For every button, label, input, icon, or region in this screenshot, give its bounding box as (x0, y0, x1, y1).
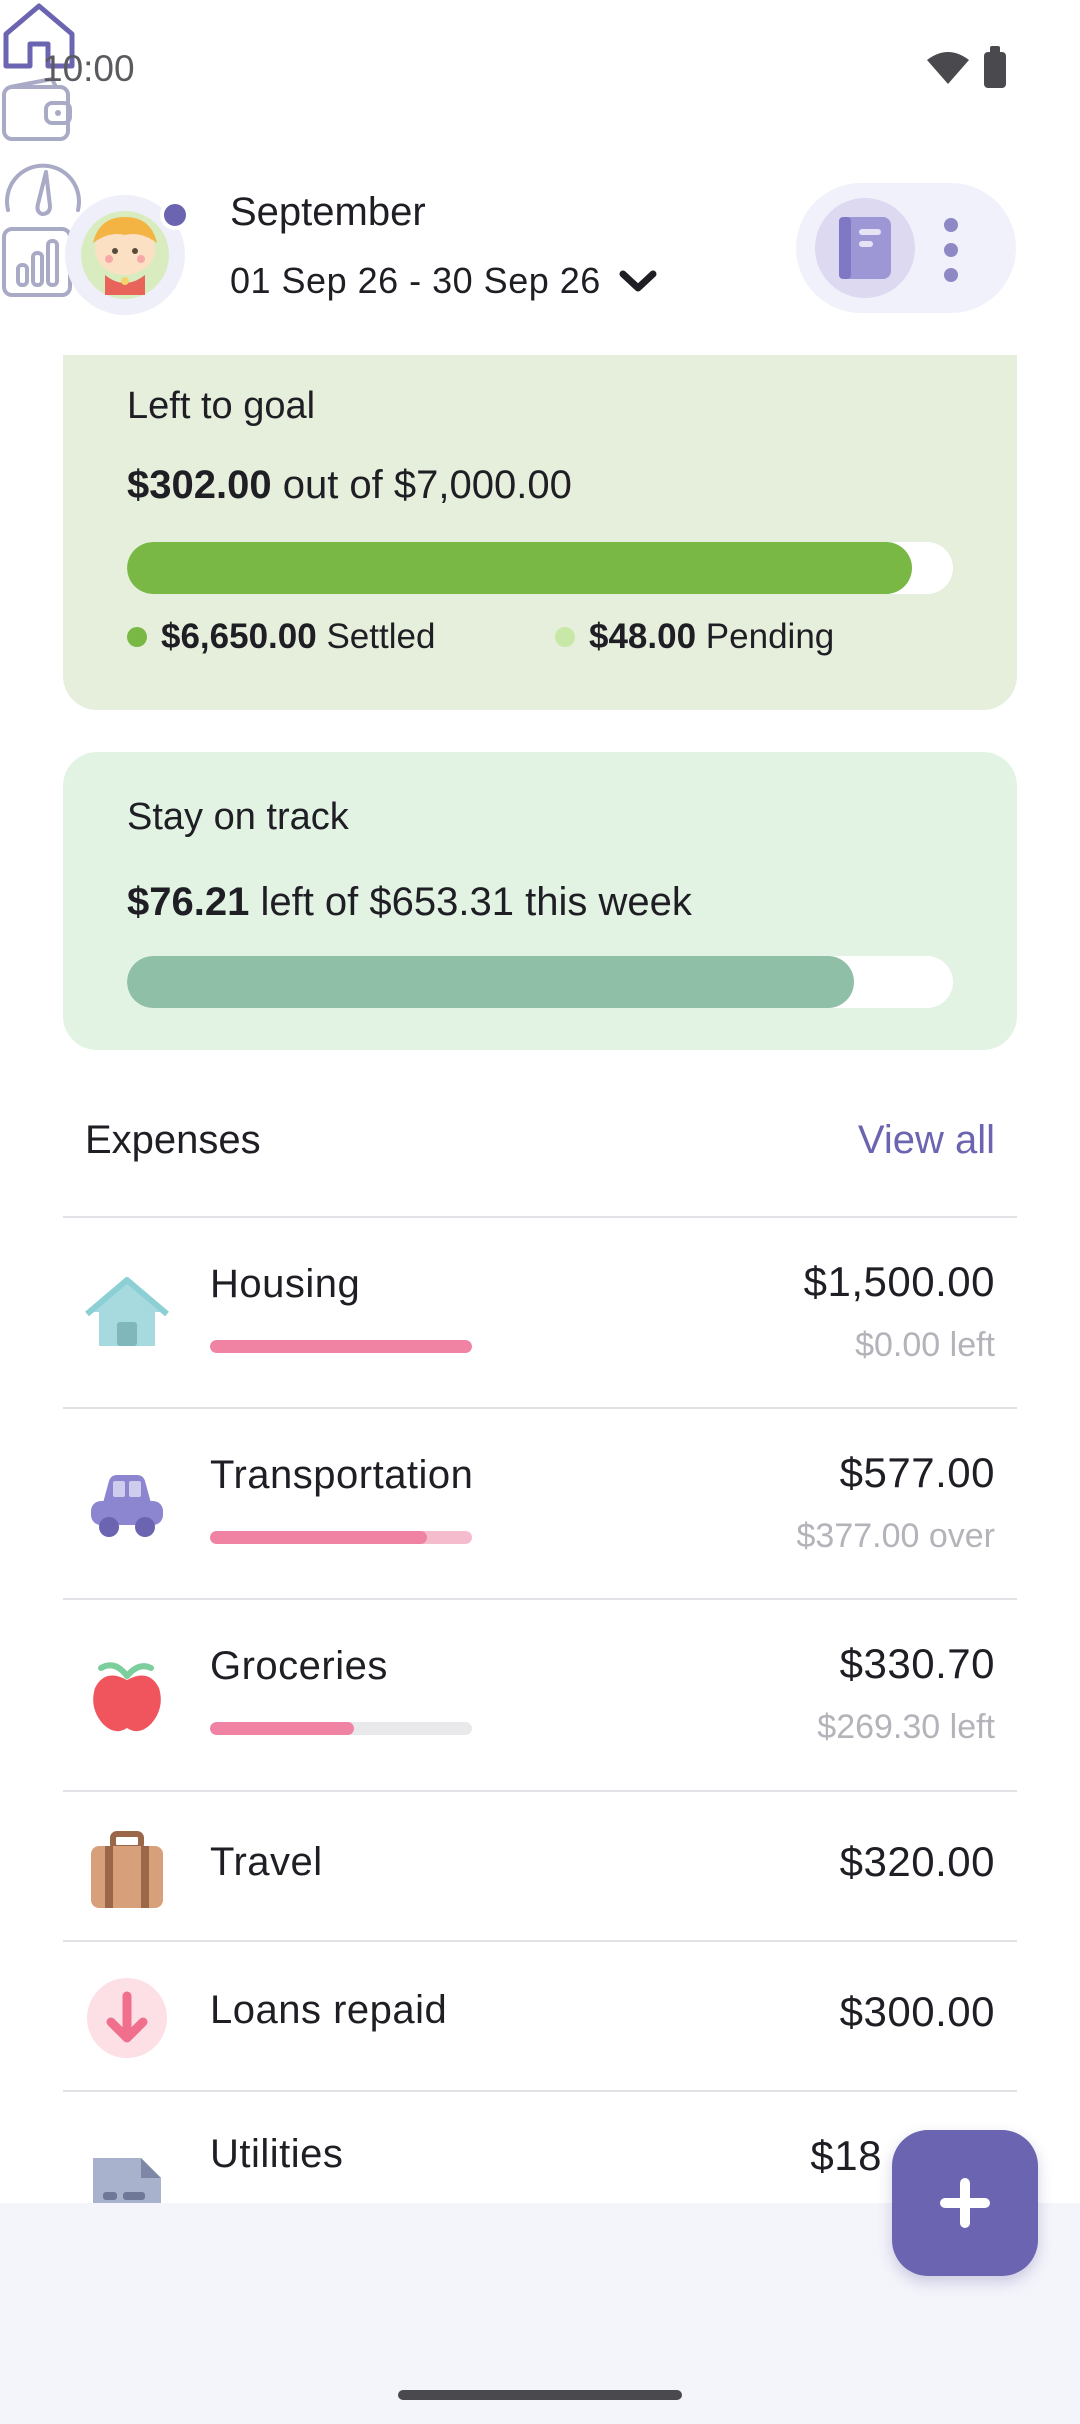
more-menu-icon[interactable] (938, 218, 964, 282)
car-icon (91, 1475, 163, 1537)
add-transaction-button[interactable] (892, 2130, 1038, 2276)
expense-amount: $18 (810, 2132, 882, 2179)
track-summary: $76.21 left of $653.31 this week (127, 880, 692, 925)
expense-note: $269.30 left (817, 1708, 995, 1746)
expense-amount: $300.00 (839, 1988, 995, 2035)
expense-progress-fill (210, 1340, 472, 1353)
pending-dot (555, 627, 575, 647)
document-icon (93, 2158, 161, 2203)
suitcase-icon (91, 1831, 163, 1908)
expense-amount: $330.70 (839, 1640, 995, 1687)
expense-name: Transportation (210, 1453, 474, 1497)
view-all-link[interactable]: View all (858, 1118, 995, 1163)
expense-progress-fill (210, 1722, 355, 1735)
pending-legend: $48.00 Pending (555, 617, 834, 657)
expense-name: Utilities (210, 2132, 344, 2176)
home-screen: 10:00 September 01 Sep 26 - 30 Sep 26 Le… (0, 0, 1080, 2424)
chevron-down-icon (619, 270, 657, 292)
expense-name: Loans repaid (210, 1988, 448, 2032)
expense-name: Housing (210, 1262, 361, 1306)
settled-amount: $6,650.00 (161, 617, 317, 656)
pending-label: Pending (705, 617, 835, 656)
track-amount-suffix: left of $653.31 this week (249, 880, 692, 924)
settled-dot (127, 627, 147, 647)
goal-card[interactable]: Left to goal $302.00 out of $7,000.00 $6… (63, 355, 1017, 710)
expense-note: $377.00 over (796, 1517, 996, 1555)
expense-progress-fill (210, 1531, 428, 1544)
expense-name: Groceries (210, 1644, 388, 1688)
goal-summary: $302.00 out of $7,000.00 (127, 463, 572, 508)
bar-chart-icon (2, 227, 72, 297)
goal-amount-suffix: out of $7,000.00 (271, 463, 572, 507)
track-progress-fill (127, 956, 854, 1008)
goal-title: Left to goal (127, 385, 316, 427)
track-amount: $76.21 (127, 880, 250, 924)
expense-note: $0.00 left (855, 1326, 995, 1364)
wifi-icon (927, 52, 969, 84)
expense-amount: $577.00 (839, 1449, 995, 1496)
settled-legend: $6,650.00 Settled (127, 617, 435, 657)
expense-progress (210, 1340, 472, 1353)
track-progress-bar (127, 956, 953, 1008)
house-icon (85, 1277, 169, 1346)
notification-dot (160, 200, 190, 230)
expense-name: Travel (210, 1840, 323, 1884)
track-title: Stay on track (127, 796, 349, 838)
status-bar: 10:00 (0, 0, 1080, 140)
expenses-heading: Expenses (85, 1118, 261, 1162)
page-title: September (230, 190, 426, 234)
expense-row-housing[interactable]: Housing $1,500.00 $0.00 left (63, 1216, 1017, 1407)
notebook-icon (839, 217, 891, 279)
expense-row-transportation[interactable]: Transportation $577.00 $377.00 over (63, 1407, 1017, 1598)
goal-progress-fill (127, 542, 912, 594)
expense-row-travel[interactable]: Travel $320.00 (63, 1790, 1017, 1940)
goal-progress-bar (127, 542, 953, 594)
date-range-selector[interactable]: 01 Sep 26 - 30 Sep 26 (230, 260, 657, 302)
plus-icon (940, 2178, 990, 2228)
expense-progress (210, 1531, 472, 1544)
battery-icon (984, 46, 1006, 88)
expense-amount: $1,500.00 (803, 1258, 995, 1305)
notebook-button[interactable] (815, 198, 915, 298)
expense-amount: $320.00 (839, 1838, 995, 1885)
expense-row-groceries[interactable]: Groceries $330.70 $269.30 left (63, 1598, 1017, 1790)
date-range-label: 01 Sep 26 - 30 Sep 26 (230, 260, 601, 301)
status-time: 10:00 (42, 48, 135, 89)
gesture-handle (398, 2390, 682, 2400)
apple-icon (93, 1662, 161, 1732)
gauge-icon (5, 163, 81, 216)
pending-amount: $48.00 (589, 617, 697, 656)
expense-row-utilities[interactable]: Utilities $18 (63, 2090, 1017, 2203)
expense-progress (210, 1722, 472, 1735)
arrow-down-icon (87, 1978, 167, 2058)
expense-row-loans-repaid[interactable]: Loans repaid $300.00 (63, 1940, 1017, 2090)
goal-amount: $302.00 (127, 463, 272, 507)
track-card[interactable]: Stay on track $76.21 left of $653.31 thi… (63, 752, 1017, 1050)
settled-label: Settled (326, 617, 436, 656)
